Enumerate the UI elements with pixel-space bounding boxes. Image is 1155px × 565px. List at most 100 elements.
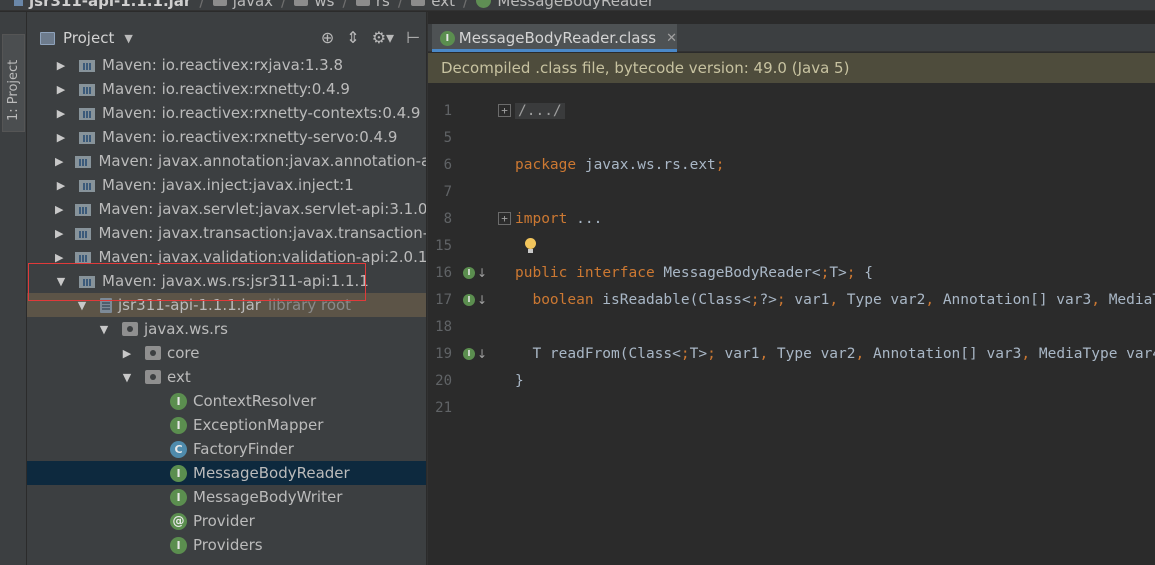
fold-expand-icon[interactable]: +: [498, 212, 511, 225]
tree-item-rxnetty[interactable]: ▶ Maven: io.reactivex:rxnetty:0.4.9: [27, 77, 426, 101]
tree-item-rxjava[interactable]: ▶ Maven: io.reactivex:rxjava:1.3.8: [27, 53, 426, 77]
expand-arrow-icon[interactable]: ▶: [55, 203, 63, 216]
folder-icon: [411, 0, 426, 6]
library-icon: [79, 274, 96, 288]
close-icon[interactable]: ✕: [666, 31, 677, 46]
folded-imports[interactable]: import ...: [515, 211, 602, 227]
tree-item-jsr311-api[interactable]: ▼ Maven: javax.ws.rs:jsr311-api:1.1.1: [27, 269, 426, 293]
line-number: 18: [435, 318, 452, 335]
tree-item-messagebodywriter[interactable]: I MessageBodyWriter: [27, 485, 426, 509]
project-panel-header: Project ▼ ⊕ ⇕ ⚙▾ ⊢: [27, 25, 426, 51]
collapse-arrow-icon[interactable]: ▼: [121, 371, 133, 384]
tree-item-provider[interactable]: @ Provider: [27, 509, 426, 533]
tree-item-contextresolver[interactable]: I ContextResolver: [27, 389, 426, 413]
tab-messagebodyreader-class[interactable]: I MessageBodyReader.class ✕: [432, 24, 677, 52]
fold-expand-icon[interactable]: +: [498, 104, 511, 117]
library-icon: [79, 178, 96, 192]
library-icon: [79, 82, 96, 96]
collapse-arrow-icon[interactable]: ▼: [55, 275, 67, 288]
tree-item-label: ExceptionMapper: [193, 416, 324, 434]
interface-icon: I: [170, 464, 187, 482]
project-panel: Project ▼ ⊕ ⇕ ⚙▾ ⊢ ▶ Maven: io.reactivex…: [27, 12, 426, 565]
tree-item-label: Maven: javax.annotation:javax.annotation…: [98, 152, 426, 170]
tree-item-label: ContextResolver: [193, 392, 317, 410]
tree-item-label: ext: [167, 368, 191, 386]
expand-arrow-icon[interactable]: ▶: [55, 59, 67, 72]
tree-item-validation-api[interactable]: ▶ Maven: javax.validation:validation-api…: [27, 245, 426, 269]
collapse-arrow-icon[interactable]: ▼: [76, 299, 88, 312]
library-icon: [79, 58, 96, 72]
tree-item-rxnetty-contexts[interactable]: ▶ Maven: io.reactivex:rxnetty-contexts:0…: [27, 101, 426, 125]
code-line-6: 6 package javax.ws.rs.ext;: [428, 151, 1155, 178]
expand-arrow-icon[interactable]: ▶: [55, 155, 63, 168]
closing-brace: }: [515, 372, 524, 389]
tree-item-label: MessageBodyWriter: [193, 488, 343, 506]
expand-arrow-icon[interactable]: ▶: [121, 347, 133, 360]
tree-item-label: jsr311-api-1.1.1.jar: [118, 296, 261, 314]
breadcrumb-item-ws[interactable]: / ws: [273, 0, 335, 10]
tree-item-label: Maven: io.reactivex:rxnetty-contexts:0.4…: [102, 104, 421, 122]
tree-item-label: Maven: io.reactivex:rxnetty-servo:0.4.9: [102, 128, 398, 146]
line-number: 19: [435, 345, 452, 362]
expand-arrow-icon[interactable]: ▶: [55, 83, 67, 96]
code-line-5: 5: [428, 124, 1155, 151]
tree-item-rxnetty-servo[interactable]: ▶ Maven: io.reactivex:rxnetty-servo:0.4.…: [27, 125, 426, 149]
left-tool-strip: 1: Project: [0, 12, 27, 565]
gear-icon[interactable]: ⚙▾: [372, 25, 394, 51]
tree-item-providers[interactable]: I Providers: [27, 533, 426, 557]
project-tool-window-tab[interactable]: 1: Project: [2, 34, 25, 132]
tree-item-jsr311-jar[interactable]: ▼ jsr311-api-1.1.1.jar library root: [27, 293, 426, 317]
tree-item-factoryfinder[interactable]: C FactoryFinder: [27, 437, 426, 461]
code-area[interactable]: 1 + /.../ 5 6 package javax.ws.rs.ext; 7…: [428, 83, 1155, 565]
collapse-icon[interactable]: ⇕: [346, 25, 359, 51]
breadcrumb-item-jar[interactable]: jsr311-api-1.1.1.jar: [14, 0, 191, 10]
folded-comment[interactable]: /.../: [515, 102, 565, 119]
tree-item-messagebodyreader[interactable]: I MessageBodyReader: [27, 461, 426, 485]
navigation-breadcrumb: jsr311-api-1.1.1.jar / javax / ws / rs /…: [0, 0, 1155, 11]
tree-item-annotation-api[interactable]: ▶ Maven: javax.annotation:javax.annotati…: [27, 149, 426, 173]
library-icon: [79, 130, 96, 144]
code-line-19: 19 I ↓ T readFrom(Class<;T>; var1, Type v…: [428, 340, 1155, 367]
expand-arrow-icon[interactable]: ▶: [55, 107, 67, 120]
expand-arrow-icon[interactable]: ▶: [55, 227, 63, 240]
code-line-15: 15: [428, 232, 1155, 259]
interface-declaration: public interface MessageBodyReader<;T>; …: [515, 264, 873, 281]
tree-item-servlet-api[interactable]: ▶ Maven: javax.servlet:javax.servlet-api…: [27, 197, 426, 221]
tab-label: MessageBodyReader.class: [458, 29, 657, 47]
interface-icon: [476, 0, 492, 8]
implemented-gutter-icon[interactable]: I ↓: [463, 347, 487, 361]
tree-item-exceptionmapper[interactable]: I ExceptionMapper: [27, 413, 426, 437]
code-line-16: 16 I ↓ public interface MessageBodyReader…: [428, 259, 1155, 286]
tree-item-transaction-api[interactable]: ▶ Maven: javax.transaction:javax.transac…: [27, 221, 426, 245]
chevron-down-icon[interactable]: ▼: [124, 32, 132, 45]
tree-item-label: Maven: javax.servlet:javax.servlet-api:3…: [98, 200, 426, 218]
lightbulb-icon[interactable]: [524, 237, 536, 254]
folder-icon: [212, 0, 227, 6]
tree-item-package-ext[interactable]: ▼ ext: [27, 365, 426, 389]
expand-arrow-icon[interactable]: ▶: [55, 131, 67, 144]
implemented-gutter-icon[interactable]: I ↓: [463, 266, 487, 280]
jar-icon: [14, 0, 23, 6]
code-line-20: 20 }: [428, 367, 1155, 394]
breadcrumb-item-messagebodyreader[interactable]: / MessageBodyReader: [455, 0, 654, 10]
tree-item-label: Maven: javax.transaction:javax.transacti…: [98, 224, 426, 242]
annotation-icon: @: [170, 512, 187, 530]
tree-item-inject[interactable]: ▶ Maven: javax.inject:javax.inject:1: [27, 173, 426, 197]
package-icon: [122, 322, 138, 336]
code-line-1: 1 + /.../: [428, 97, 1155, 124]
hide-icon[interactable]: ⊢: [406, 25, 420, 51]
implemented-gutter-icon[interactable]: I ↓: [463, 293, 487, 307]
interface-icon: I: [440, 30, 455, 46]
library-icon: [75, 202, 92, 216]
breadcrumb-item-ext[interactable]: / ext: [390, 0, 455, 10]
breadcrumb-item-javax[interactable]: / javax: [191, 0, 273, 10]
tree-item-package-core[interactable]: ▶ core: [27, 341, 426, 365]
breadcrumb-item-rs[interactable]: / rs: [335, 0, 390, 10]
tree-item-package-javax-ws-rs[interactable]: ▼ javax.ws.rs: [27, 317, 426, 341]
expand-arrow-icon[interactable]: ▶: [55, 251, 63, 264]
collapse-arrow-icon[interactable]: ▼: [98, 323, 110, 336]
target-icon[interactable]: ⊕: [321, 25, 334, 51]
expand-arrow-icon[interactable]: ▶: [55, 179, 67, 192]
editor-tab-bar: I MessageBodyReader.class ✕: [428, 24, 1155, 52]
project-view-selector[interactable]: Project: [63, 29, 114, 47]
